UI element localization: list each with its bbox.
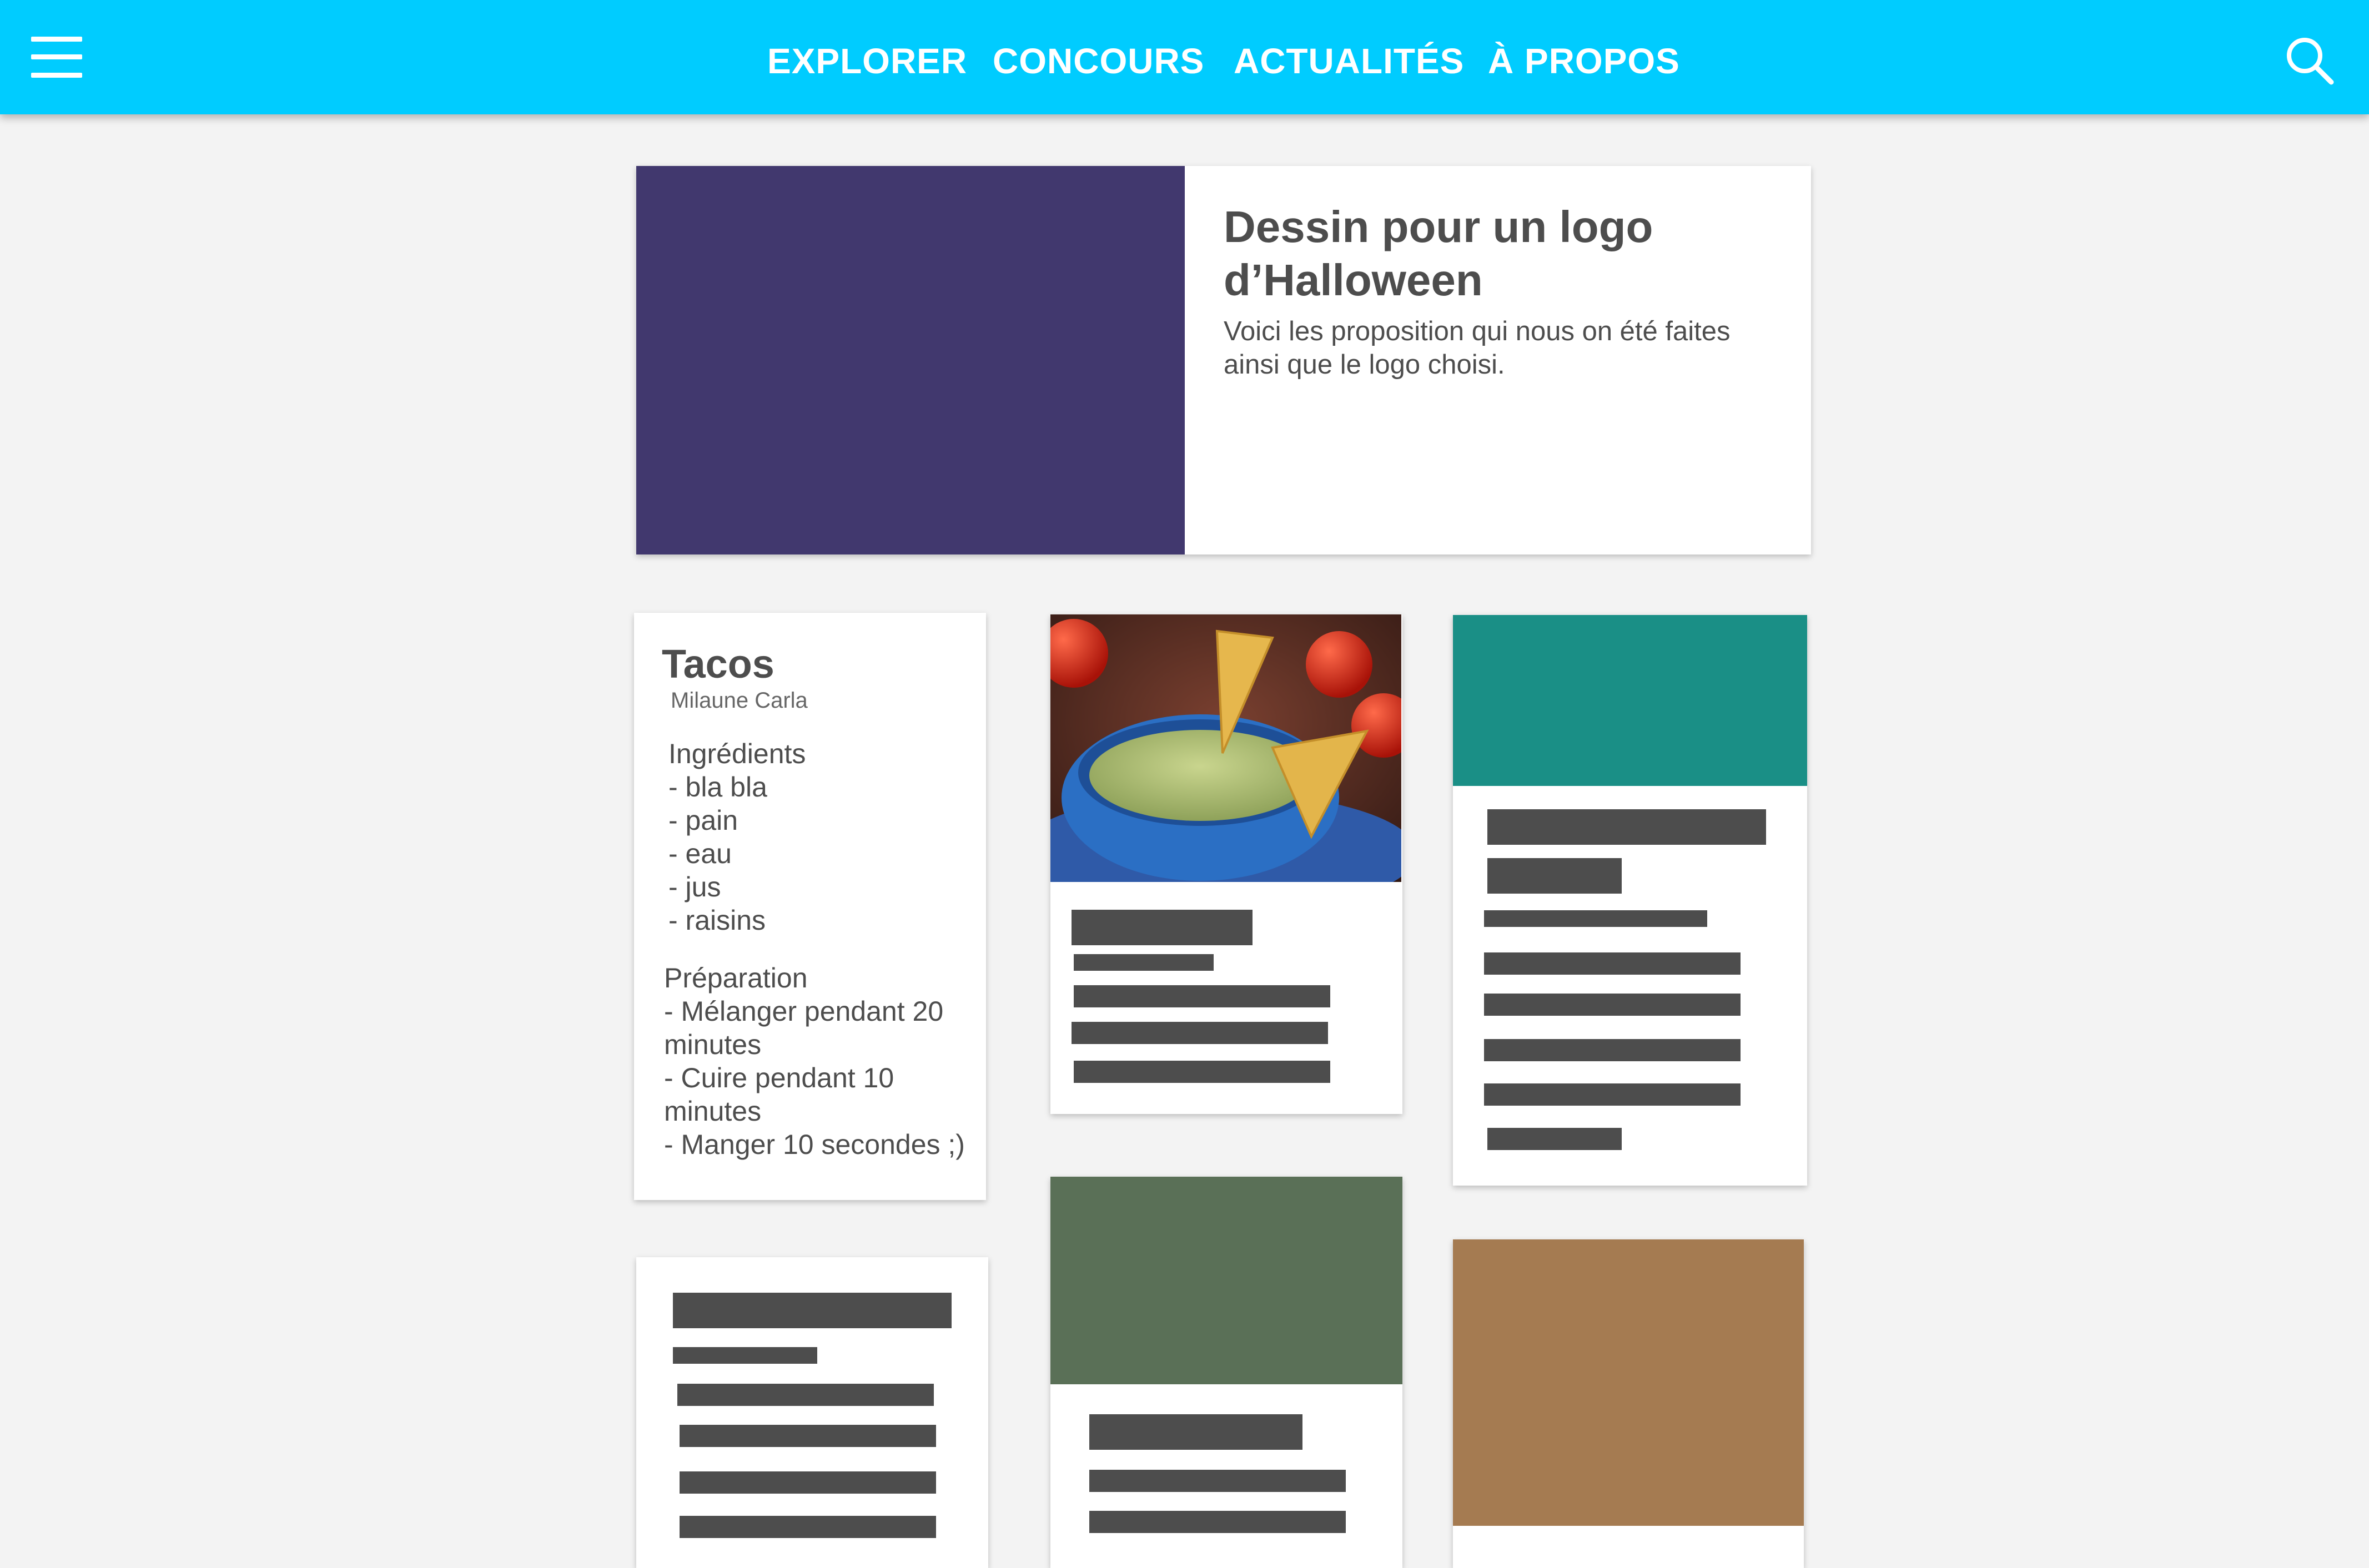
preparation-list: Préparation - Mélanger pendant 20 minute…	[664, 961, 965, 1161]
guacamole-photo[interactable]	[1050, 614, 1401, 882]
recipe-title[interactable]: Tacos	[662, 642, 774, 687]
preparation-line: - Manger 10 secondes ;)	[664, 1129, 965, 1160]
nav-actualites[interactable]: ACTUALITÉS	[1234, 33, 1464, 89]
preparation-line: - Cuire pendant 10	[664, 1062, 894, 1093]
nav-concours[interactable]: CONCOURS	[993, 33, 1204, 89]
ingredient-item: - jus	[668, 871, 721, 903]
article-card-brown[interactable]	[1453, 1239, 1804, 1568]
ingredient-item: - bla bla	[668, 772, 767, 803]
featured-title[interactable]: Dessin pour un logo d’Halloween	[1224, 200, 1779, 307]
recipe-card-tacos[interactable]: Tacos Milaune Carla Ingrédients - bla bl…	[634, 613, 986, 1200]
hamburger-menu-icon[interactable]	[31, 37, 82, 78]
brown-image[interactable]	[1453, 1239, 1804, 1526]
featured-description: Voici les proposition qui nous on été fa…	[1224, 316, 1731, 380]
preparation-line: minutes	[664, 1096, 762, 1127]
article-card-text[interactable]	[636, 1257, 988, 1568]
featured-article-card[interactable]: Dessin pour un logo d’Halloween Voici le…	[636, 166, 1811, 554]
preparation-line: minutes	[664, 1029, 762, 1060]
search-icon[interactable]	[2285, 36, 2335, 85]
nav-a-propos[interactable]: À PROPOS	[1488, 33, 1680, 89]
ingredients-list: Ingrédients - bla bla - pain - eau - jus…	[668, 737, 806, 937]
green-image[interactable]	[1050, 1177, 1402, 1384]
preparation-line: - Mélanger pendant 20	[664, 996, 944, 1027]
nav-explorer[interactable]: EXPLORER	[767, 33, 967, 89]
image-card-guacamole[interactable]	[1050, 614, 1402, 1114]
ingredient-item: - pain	[668, 805, 738, 836]
ingredients-heading: Ingrédients	[668, 738, 806, 769]
article-card-teal[interactable]	[1453, 615, 1807, 1186]
article-card-green[interactable]	[1050, 1177, 1402, 1568]
recipe-author: Milaune Carla	[671, 688, 808, 713]
featured-image[interactable]	[636, 166, 1185, 554]
preparation-heading: Préparation	[664, 962, 808, 994]
ingredient-item: - eau	[668, 838, 732, 869]
teal-image[interactable]	[1453, 615, 1807, 786]
ingredient-item: - raisins	[668, 905, 766, 936]
top-navigation-bar: EXPLORER CONCOURS ACTUALITÉS À PROPOS	[0, 0, 2369, 114]
